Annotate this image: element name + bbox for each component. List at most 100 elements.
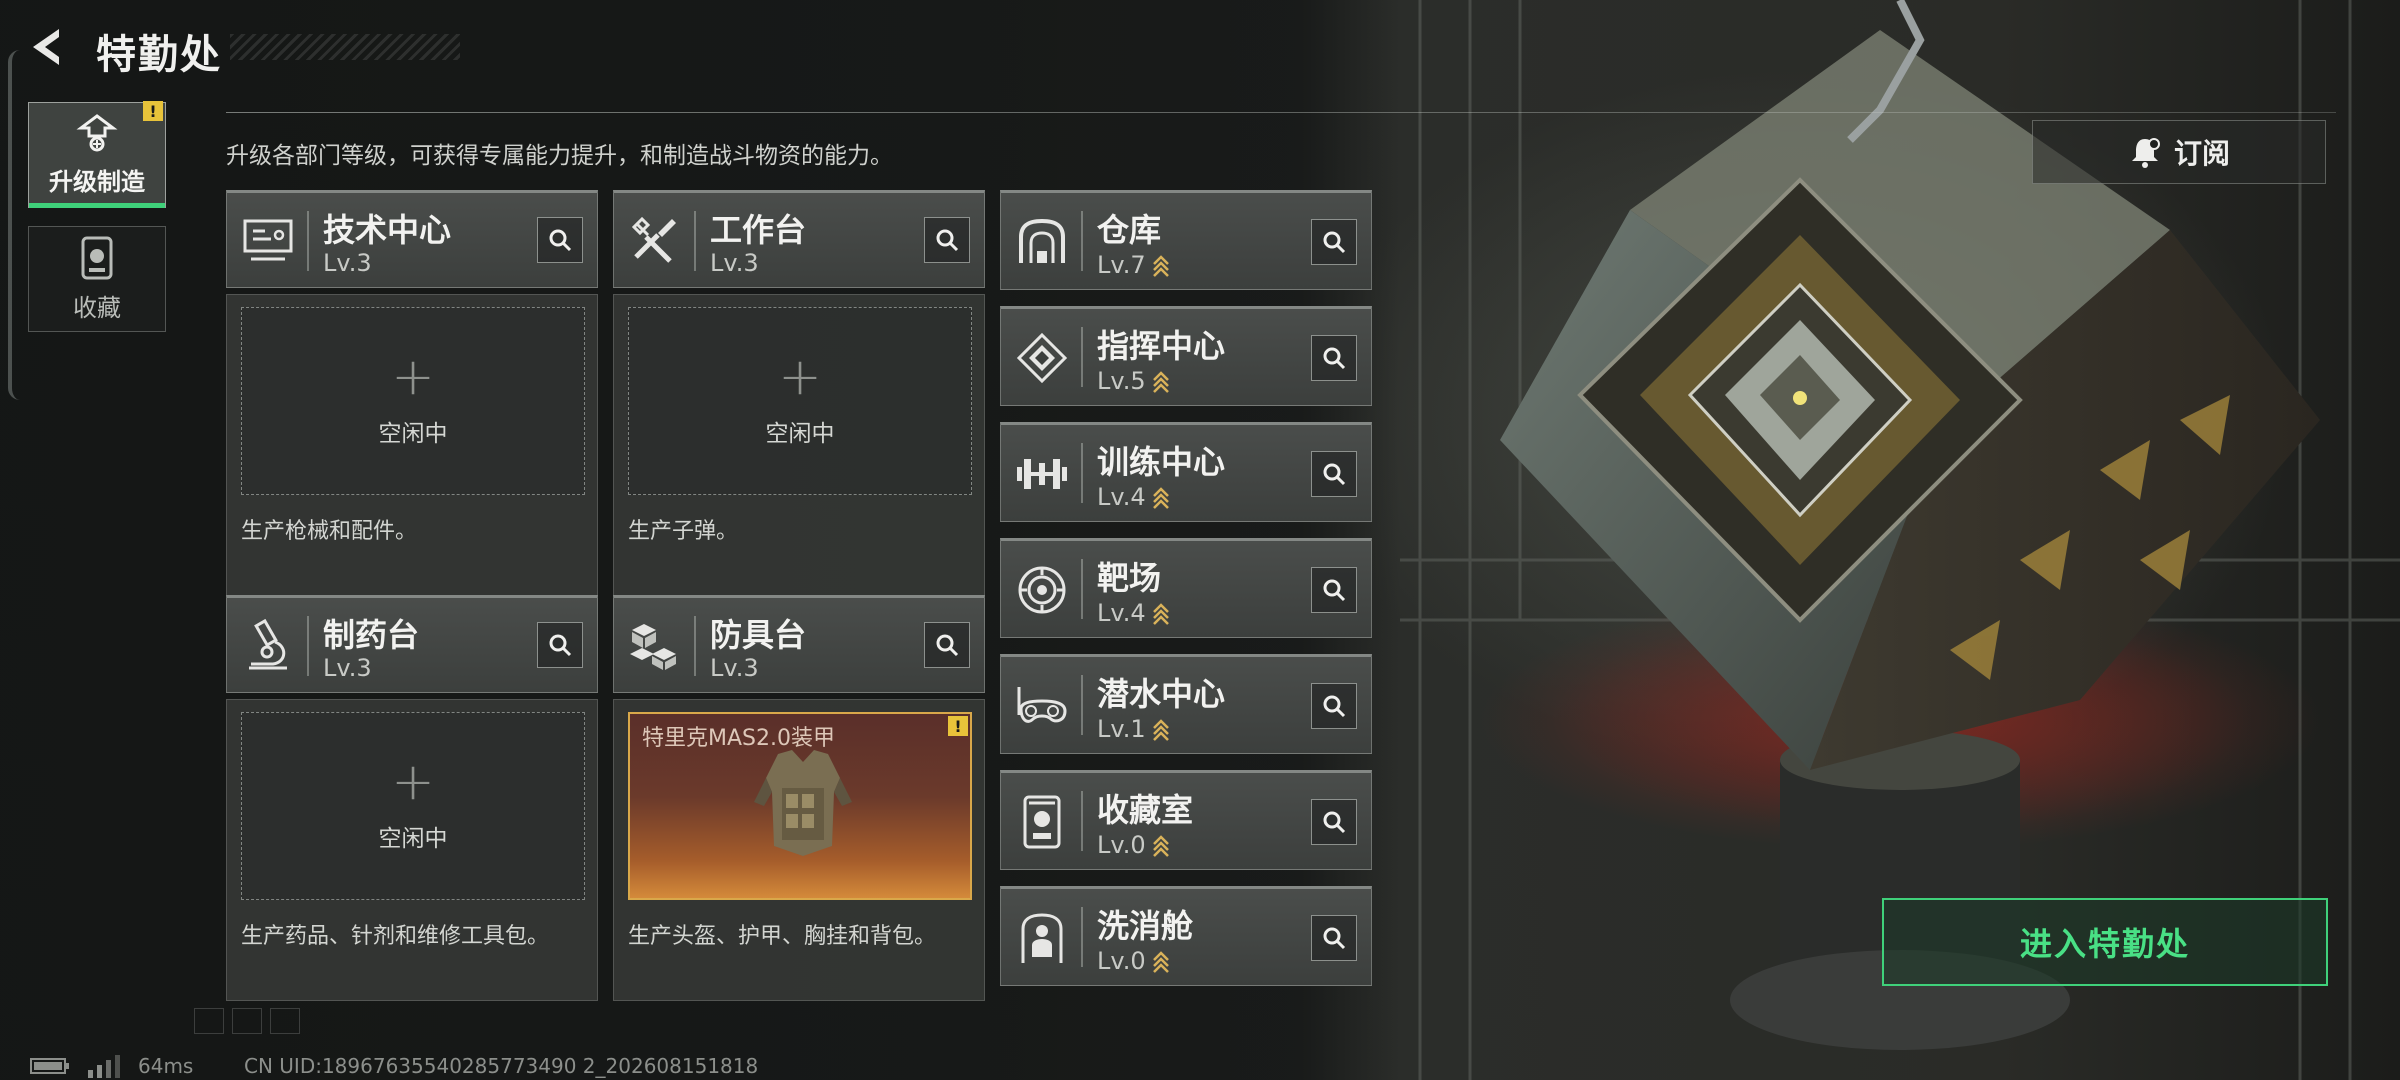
department-decontamination[interactable]: 洗消舱 Lv.0 (1000, 886, 1372, 986)
nav-tab-collection[interactable]: 收藏 (28, 226, 166, 332)
facility-level: Lv.3 (323, 654, 372, 682)
back-arrow-icon (33, 29, 59, 65)
production-slot[interactable]: + 空闲中 (241, 712, 585, 900)
department-warehouse[interactable]: 仓库 Lv.7 (1000, 190, 1372, 290)
boxes-icon (630, 624, 676, 670)
separator (1081, 907, 1083, 967)
search-icon (1323, 463, 1346, 486)
search-button[interactable] (1311, 799, 1357, 845)
uid-text: CN UID:18967635540285773490 2_2026081518… (244, 1054, 759, 1078)
facility-name: 防具台 (710, 616, 807, 654)
battery-icon (30, 1058, 69, 1074)
separator (1081, 675, 1083, 735)
department-diving-center[interactable]: 潜水中心 Lv.1 (1000, 654, 1372, 754)
department-name: 靶场 (1097, 559, 1162, 597)
separator (307, 211, 309, 271)
facility-level: Lv.3 (710, 249, 759, 277)
facility-description: 生产子弹。 (628, 519, 739, 544)
department-level: Lv.1 (1097, 715, 1170, 743)
plus-icon: + (391, 752, 435, 812)
search-button[interactable] (924, 622, 970, 668)
warehouse-icon (1019, 218, 1065, 263)
department-command-center[interactable]: 指挥中心 Lv.5 (1000, 306, 1372, 406)
enter-special-ops-button[interactable]: 进入特勤处 (1882, 898, 2328, 986)
monitor-icon (243, 219, 293, 261)
search-icon (549, 634, 572, 657)
search-icon (549, 229, 572, 252)
facility-description: 生产枪械和配件。 (241, 519, 418, 544)
department-name: 指挥中心 (1097, 327, 1226, 365)
level-up-icon (1152, 951, 1169, 973)
slot-status: 空闲中 (378, 421, 448, 447)
facility-name: 技术中心 (323, 211, 452, 249)
side-rail-decoration (8, 50, 20, 400)
production-slot[interactable]: + 空闲中 (628, 307, 972, 495)
facility-header: 防具台 Lv.3 (613, 595, 985, 693)
department-level: Lv.5 (1097, 367, 1170, 395)
facility-name: 制药台 (323, 616, 420, 654)
department-level: Lv.7 (1097, 251, 1170, 279)
search-button[interactable] (537, 622, 583, 668)
search-button[interactable] (1311, 915, 1357, 961)
search-icon (1323, 927, 1346, 950)
search-icon (1323, 231, 1346, 254)
search-button[interactable] (1311, 683, 1357, 729)
page-title: 特勤处 (96, 32, 222, 78)
nav-label-collection: 收藏 (73, 293, 121, 322)
search-button[interactable] (1311, 219, 1357, 265)
department-level: Lv.0 (1097, 831, 1170, 859)
separator (694, 211, 696, 271)
search-button[interactable] (537, 217, 583, 263)
subscribe-label: 订阅 (2173, 137, 2230, 170)
target-icon (1018, 566, 1066, 614)
nav-tab-upgrade[interactable]: 升级制造 ! (28, 101, 166, 208)
signal-icon (88, 1055, 120, 1078)
facility-header: 工作台 Lv.3 (613, 190, 985, 288)
facility-body: + 空闲中 生产药品、针剂和维修工具包。 (226, 699, 598, 1001)
level-up-icon (1152, 603, 1169, 625)
alert-badge: ! (143, 101, 163, 121)
facility-description: 生产头盔、护甲、胸挂和背包。 (628, 924, 937, 949)
plus-icon: + (391, 347, 435, 407)
search-button[interactable] (1311, 451, 1357, 497)
status-bar: 64ms (30, 1052, 193, 1080)
production-slot[interactable]: + 空闲中 (241, 307, 585, 495)
separator (1081, 211, 1083, 271)
department-training-center[interactable]: 训练中心 Lv.4 (1000, 422, 1372, 522)
department-level: Lv.0 (1097, 947, 1170, 975)
production-slot-item[interactable]: 特里克MAS2.0装甲 ! (628, 712, 972, 900)
microscope-icon (249, 618, 287, 670)
level-up-icon (1152, 255, 1169, 277)
search-button[interactable] (1311, 567, 1357, 613)
facility-body: + 空闲中 生产子弹。 (613, 294, 985, 596)
level-up-icon (1152, 719, 1169, 741)
department-collection-room[interactable]: 收藏室 Lv.0 (1000, 770, 1372, 870)
separator (1081, 443, 1083, 503)
facility-level: Lv.3 (710, 654, 759, 682)
facility-header: 技术中心 Lv.3 (226, 190, 598, 288)
level-up-icon (1152, 835, 1169, 857)
department-level: Lv.4 (1097, 483, 1170, 511)
title-decoration (230, 34, 460, 60)
ping-text: 64ms (138, 1054, 194, 1078)
search-button[interactable] (924, 217, 970, 263)
facility-level: Lv.3 (323, 249, 372, 277)
facility-body: + 空闲中 生产枪械和配件。 (226, 294, 598, 596)
search-icon (936, 634, 959, 657)
search-icon (936, 229, 959, 252)
decontamination-icon (1021, 913, 1063, 963)
back-button[interactable] (24, 22, 74, 72)
dumbbell-icon (1017, 459, 1067, 489)
facility-pharmacy: 制药台 Lv.3 + 空闲中 生产药品、针剂和维修工具包。 (226, 595, 598, 1001)
slot-status: 空闲中 (765, 421, 835, 447)
search-button[interactable] (1311, 335, 1357, 381)
subscribe-button[interactable]: 订阅 (2032, 120, 2326, 184)
facility-body: 特里克MAS2.0装甲 ! 生产头盔、护甲、胸挂和背包。 (613, 699, 985, 1001)
facility-workbench: 工作台 Lv.3 + 空闲中 生产子弹。 (613, 190, 985, 596)
decorative-squares (194, 1008, 300, 1034)
department-shooting-range[interactable]: 靶场 Lv.4 (1000, 538, 1372, 638)
department-name: 收藏室 (1097, 791, 1194, 829)
page-description: 升级各部门等级，可获得专属能力提升，和制造战斗物资的能力。 (226, 143, 893, 169)
facility-name: 工作台 (710, 211, 807, 249)
divider (226, 112, 2336, 113)
